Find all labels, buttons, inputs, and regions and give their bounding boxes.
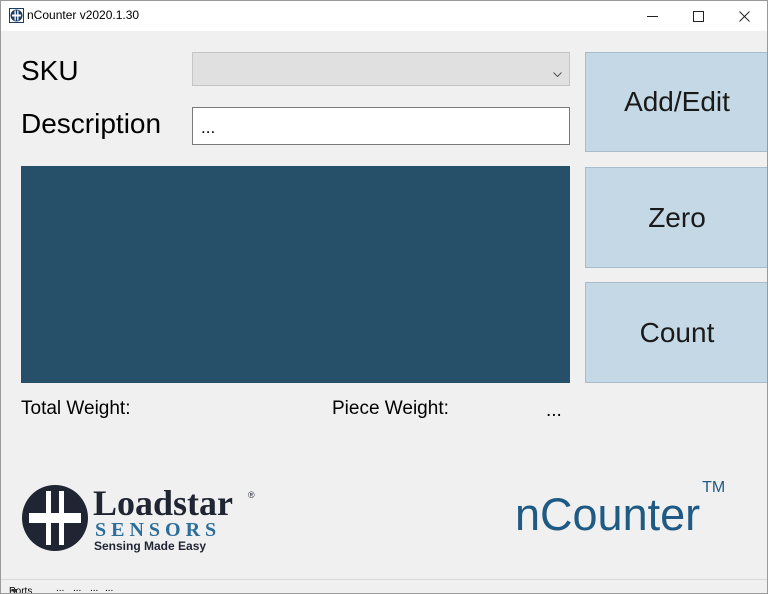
trademark-mark: TM <box>702 479 726 496</box>
logo-name: Loadstar <box>93 483 233 523</box>
caret-down-icon <box>9 586 18 593</box>
sku-dropdown[interactable] <box>192 52 570 86</box>
close-icon <box>738 10 750 22</box>
minimize-button[interactable] <box>629 1 675 31</box>
title-bar[interactable]: nCounter v2020.1.30 <box>1 1 767 31</box>
close-button[interactable] <box>721 1 767 31</box>
loadstar-emblem-icon <box>22 485 88 551</box>
logo-sensors: SENSORS <box>95 519 221 541</box>
loadstar-sensors-logo: Loadstar ® SENSORS Sensing Made Easy <box>21 483 271 555</box>
logo-registered: ® <box>248 490 255 500</box>
piece-weight-label: Piece Weight: <box>332 398 449 419</box>
zero-button[interactable]: Zero <box>585 167 767 268</box>
logo-tagline: Sensing Made Easy <box>94 539 206 553</box>
count-display-panel <box>21 166 570 383</box>
description-label: Description <box>21 108 162 139</box>
chevron-down-icon <box>553 65 562 83</box>
app-window: nCounter v2020.1.30 SKU Description ... … <box>0 0 768 594</box>
status-item-1: ... <box>56 583 65 594</box>
product-name: nCounter <box>515 489 701 540</box>
status-item-2: ... <box>73 583 82 594</box>
sku-label: SKU <box>21 55 79 86</box>
app-icon <box>9 8 24 23</box>
status-item-4: ... <box>105 583 114 594</box>
count-button[interactable]: Count <box>585 282 767 383</box>
product-brand: nCounterTM <box>515 479 725 541</box>
status-bar: Ports ... ... ... ... <box>1 579 767 594</box>
add-edit-button[interactable]: Add/Edit <box>585 52 767 152</box>
window-title: nCounter v2020.1.30 <box>27 8 140 22</box>
maximize-button[interactable] <box>675 1 721 31</box>
total-weight-label: Total Weight: <box>21 398 131 419</box>
status-item-3: ... <box>90 583 99 594</box>
maximize-icon <box>692 10 704 22</box>
description-field[interactable]: ... <box>192 107 570 145</box>
minimize-icon <box>646 11 658 22</box>
piece-weight-value: ... <box>546 400 562 421</box>
